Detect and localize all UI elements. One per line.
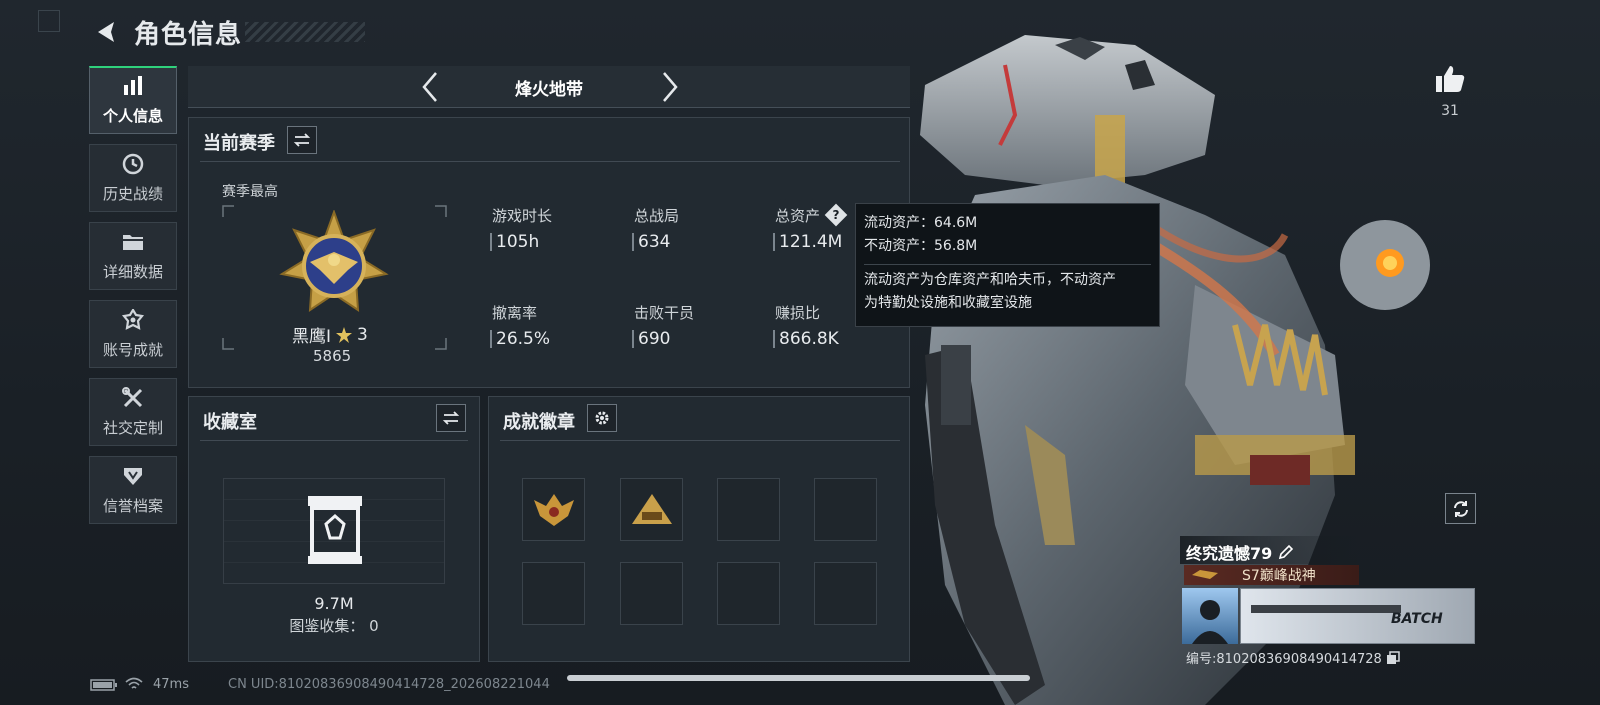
map-name: 烽火地带: [515, 79, 583, 100]
sidebar-item-social-custom[interactable]: 社交定制: [89, 378, 177, 446]
tooltip-description-2: 为特勤处设施和收藏室设施: [864, 295, 1032, 311]
refresh-icon: [1453, 500, 1468, 517]
title-emblem-icon: [1192, 570, 1218, 579]
player-name-row: 终究遗憾79: [1186, 540, 1294, 564]
battery-icon: [90, 679, 117, 691]
tooltip-description-1: 流动资产为仓库资产和哈夫币，不动资产: [864, 272, 1116, 288]
player-avatar[interactable]: [1182, 588, 1238, 644]
sidebar-item-credit-file[interactable]: 信誉档案: [89, 456, 177, 524]
chevron-right-icon[interactable]: [658, 70, 682, 104]
page-title: 角色信息: [134, 20, 243, 50]
badge-slot-4[interactable]: [814, 478, 877, 541]
player-nameplate-card[interactable]: BATCH: [1240, 588, 1475, 644]
stat-value-playtime: 105h: [490, 233, 539, 251]
rank-name-row: 黑鹰Ⅰ 3: [292, 322, 368, 348]
sidebar-item-label: 个人信息: [102, 107, 163, 125]
uid-text: CN UID:81020836908490414728_202608221044: [228, 677, 550, 692]
nameplate-logo-text: BATCH: [1391, 611, 1443, 627]
stat-value-kills: 690: [632, 330, 670, 348]
player-title-text: S7巅峰战神: [1242, 568, 1316, 584]
stat-label-total-matches: 总战局: [634, 207, 680, 225]
gear-icon: [595, 411, 609, 425]
character-info-screen: 角色信息 个人信息 历史战绩 详细数据 账号成就 社交定制 信誉档案 烽火地带 …: [0, 0, 1600, 705]
question-mark-icon: ?: [832, 208, 840, 222]
stat-label-extract-rate: 撤离率: [492, 304, 538, 322]
swap-icon: [293, 133, 311, 147]
wifi-icon: [125, 677, 143, 689]
triangle-badge-icon: [631, 493, 672, 524]
rank-stars: 3: [357, 324, 368, 345]
sidebar-item-label: 详细数据: [102, 262, 163, 281]
swap-icon: [442, 411, 460, 425]
like-count: 31: [1441, 103, 1459, 119]
player-id-row: 编号:81020836908490414728: [1186, 648, 1400, 667]
star-icon: [336, 326, 353, 343]
thumbs-up-icon[interactable]: [1434, 64, 1466, 94]
stat-label-total-assets: 总资产: [775, 207, 821, 225]
player-id: 编号:81020836908490414728: [1186, 652, 1382, 667]
rotate-model-button[interactable]: [1445, 493, 1476, 524]
sidebar-item-history[interactable]: 历史战绩: [89, 144, 177, 212]
badge-slot-6[interactable]: [620, 562, 683, 625]
tooltip-liquid-assets: 流动资产：64.6M: [864, 215, 978, 231]
eagle-badge-icon: [533, 493, 574, 526]
stat-label-profit-ratio: 赚损比: [775, 304, 821, 322]
stat-label-playtime: 游戏时长: [492, 207, 553, 225]
sidebar-item-label: 社交定制: [102, 418, 163, 437]
achievement-icon: [121, 308, 145, 330]
badges-settings-button[interactable]: [587, 404, 617, 432]
badge-slot-3[interactable]: [717, 478, 780, 541]
badge-slot-5[interactable]: [522, 562, 585, 625]
player-name: 终究遗憾79: [1186, 544, 1273, 563]
tools-icon: [122, 386, 143, 407]
edit-icon[interactable]: [1278, 544, 1294, 560]
season-title: 当前赛季: [203, 133, 275, 154]
nameplate-stripe: [1251, 605, 1401, 613]
history-icon: [122, 153, 144, 174]
rank-medal-icon: [279, 210, 389, 312]
stat-value-extract-rate: 26.5%: [490, 330, 550, 348]
sidebar-item-label: 历史战绩: [102, 184, 163, 203]
divider: [200, 440, 468, 441]
bar-chart-icon: [124, 76, 142, 95]
sidebar-item-detail-data[interactable]: 详细数据: [89, 222, 177, 290]
home-indicator[interactable]: [567, 675, 1030, 681]
copy-icon[interactable]: [1386, 650, 1400, 665]
collection-catalog: 图鉴收集： 0: [289, 617, 379, 635]
sidebar-item-personal-info[interactable]: 个人信息: [89, 66, 177, 134]
back-arrow-icon[interactable]: [92, 18, 120, 46]
stat-value-total-matches: 634: [632, 233, 670, 251]
badge-slot-1[interactable]: [522, 478, 585, 541]
title-stripes-decoration: [245, 22, 365, 42]
avatar-figure-icon: [1192, 600, 1228, 644]
season-switch-button[interactable]: [287, 126, 317, 154]
sidebar-item-achievements[interactable]: 账号成就: [89, 300, 177, 368]
stat-value-total-assets: 121.4M: [773, 233, 842, 251]
player-title-badge: S7巅峰战神: [1184, 565, 1359, 585]
collection-title: 收藏室: [203, 412, 257, 433]
tooltip-fixed-assets: 不动资产：56.8M: [864, 238, 978, 254]
stat-label-kills: 击败干员: [634, 304, 695, 322]
folder-icon: [123, 234, 143, 250]
season-best-label: 赛季最高: [222, 184, 278, 200]
corner-decoration: [38, 10, 60, 32]
divider: [500, 440, 900, 441]
rank-name: 黑鹰Ⅰ: [292, 327, 332, 347]
badge-slot-8[interactable]: [814, 562, 877, 625]
sidebar-item-label: 信誉档案: [102, 496, 163, 515]
credit-icon: [124, 467, 142, 485]
collection-value: 9.7M: [314, 594, 354, 613]
sidebar-item-label: 账号成就: [102, 340, 163, 359]
divider: [200, 161, 900, 162]
ping-text: 47ms: [153, 677, 189, 692]
display-case-icon: [308, 496, 362, 564]
badges-title: 成就徽章: [503, 412, 575, 433]
stat-value-profit-ratio: 866.8K: [773, 330, 839, 348]
collection-switch-button[interactable]: [436, 404, 466, 432]
badge-slot-2[interactable]: [620, 478, 683, 541]
tooltip-divider: [864, 264, 1151, 265]
assets-tooltip: 流动资产：64.6M 不动资产：56.8M 流动资产为仓库资产和哈夫币，不动资产…: [855, 203, 1160, 327]
rank-score: 5865: [313, 347, 352, 365]
badge-slot-7[interactable]: [717, 562, 780, 625]
